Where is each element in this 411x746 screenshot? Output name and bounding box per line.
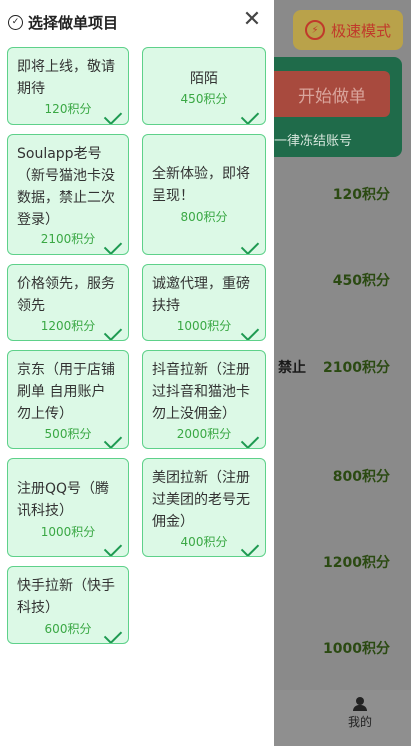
project-card[interactable]: 抖音拉新（注册过抖音和猫池卡勿上没佣金） 2000积分 [142, 350, 266, 449]
project-points: 450积分 [180, 92, 228, 106]
project-drawer: ✓ 选择做单项目 ✕ 即将上线，敬请期待 120积分 陌陌 450积分 Soul… [0, 0, 274, 746]
drawer-title: 选择做单项目 [28, 13, 119, 32]
project-name: 陌陌 [190, 71, 218, 87]
drawer-header: ✓ 选择做单项目 [8, 10, 118, 34]
close-button[interactable]: ✕ [240, 8, 264, 32]
list-points: 800积分 [332, 469, 390, 485]
list-points: 2100积分 [323, 360, 390, 376]
list-points: 1200积分 [323, 555, 390, 571]
check-icon [240, 236, 260, 254]
check-icon [103, 538, 123, 556]
project-points: 1000积分 [40, 525, 96, 539]
speed-mode-button[interactable]: ⚡ 极速模式 [293, 10, 403, 50]
list-points: 120积分 [332, 187, 390, 203]
tab-me-label: 我的 [347, 715, 372, 729]
project-name: 美团拉新（注册过美团的老号无佣金） [152, 470, 250, 530]
project-card[interactable]: Soulapp老号（新号猫池卡没数据，禁止二次登录） 2100积分 [7, 134, 129, 255]
project-name: 价格领先，服务领先 [17, 276, 115, 314]
project-points: 800积分 [180, 210, 228, 224]
freeze-notice: 一律冻结账号 [274, 134, 353, 149]
list-points: 450积分 [332, 273, 390, 289]
tab-me[interactable]: 我的 [330, 693, 390, 730]
person-icon [353, 697, 367, 711]
project-name: 即将上线，敬请期待 [17, 59, 115, 97]
project-name: 抖音拉新（注册过抖音和猫池卡勿上没佣金） [152, 362, 250, 422]
project-card[interactable]: 即将上线，敬请期待 120积分 [7, 47, 129, 125]
project-name: Soulapp老号（新号猫池卡没数据，禁止二次登录） [17, 146, 115, 228]
project-card[interactable]: 注册QQ号（腾讯科技） 1000积分 [7, 458, 129, 557]
speed-mode-label: 极速模式 [330, 21, 391, 40]
check-circle-icon: ✓ [8, 14, 23, 30]
project-name: 诚邀代理，重磅扶持 [152, 276, 250, 314]
project-card[interactable]: 快手拉新（快手科技） 600积分 [7, 566, 129, 644]
project-card[interactable]: 京东（用于店铺刷单 自用账户勿上传） 500积分 [7, 350, 129, 449]
project-card[interactable]: 陌陌 450积分 [142, 47, 266, 125]
check-icon [240, 106, 260, 124]
project-card[interactable]: 价格领先，服务领先 1200积分 [7, 264, 129, 341]
project-name: 全新体验，即将呈现！ [152, 166, 250, 204]
project-card[interactable]: 全新体验，即将呈现！ 800积分 [142, 134, 266, 255]
project-card[interactable]: 诚邀代理，重磅扶持 1000积分 [142, 264, 266, 341]
project-card[interactable]: 美团拉新（注册过美团的老号无佣金） 400积分 [142, 458, 266, 557]
project-name: 注册QQ号（腾讯科技） [17, 481, 110, 519]
start-order-button[interactable]: 开始做单 [274, 71, 390, 117]
list-points: 1000积分 [323, 641, 390, 657]
project-name: 快手拉新（快手科技） [17, 578, 115, 616]
lightning-icon: ⚡ [304, 20, 325, 40]
project-name: 京东（用于店铺刷单 自用账户勿上传） [17, 362, 115, 422]
